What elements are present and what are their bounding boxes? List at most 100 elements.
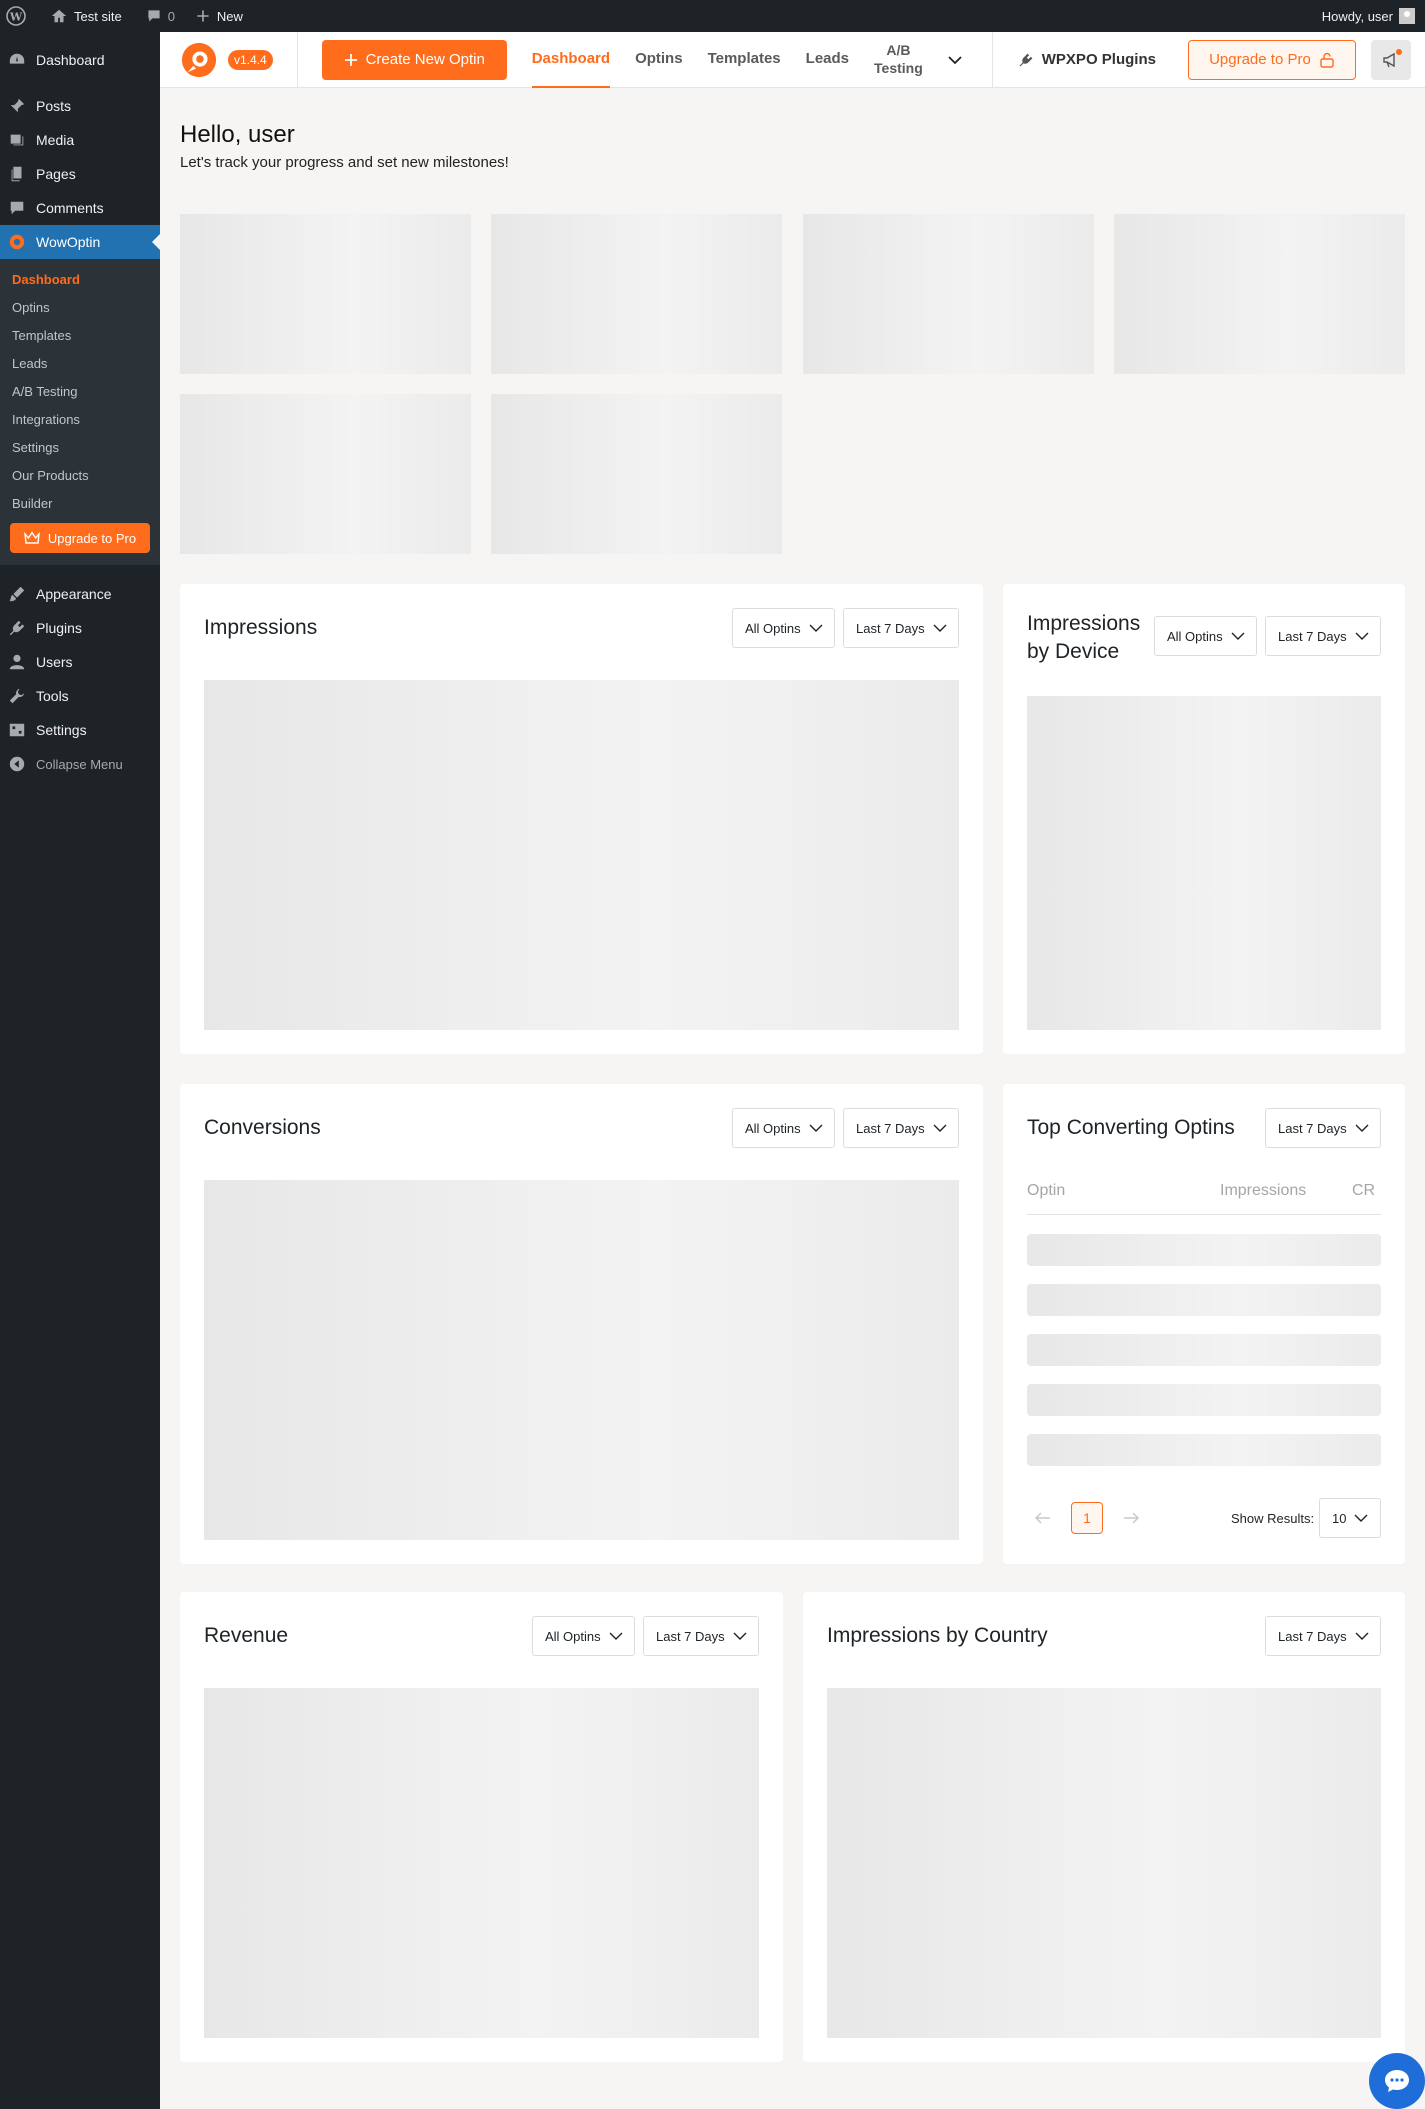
- conversions-chart-skeleton: [204, 1180, 959, 1540]
- plugin-header: v1.4.4 Create New Optin Dashboard Optins…: [160, 31, 1425, 88]
- tab-leads[interactable]: Leads: [806, 32, 849, 88]
- sidebar-item-posts[interactable]: Posts: [0, 89, 160, 123]
- stat-card-skeleton: [491, 214, 782, 374]
- table-row-skeleton: [1027, 1284, 1381, 1316]
- sidebar-item-label: Settings: [36, 722, 87, 738]
- collapse-menu-button[interactable]: Collapse Menu: [0, 747, 160, 781]
- sidebar-item-pages[interactable]: Pages: [0, 157, 160, 191]
- date-range-select[interactable]: Last 7 Days: [843, 608, 959, 648]
- date-range-value: Last 7 Days: [856, 1120, 925, 1136]
- sidebar-item-comments[interactable]: Comments: [0, 191, 160, 225]
- header-divider: [296, 31, 298, 88]
- submenu-item-ab-testing[interactable]: A/B Testing: [0, 377, 160, 405]
- date-range-select[interactable]: Last 7 Days: [1265, 1108, 1381, 1148]
- sidebar-item-wowoptin[interactable]: WowOptin: [0, 225, 160, 259]
- show-results-value: 10: [1332, 1510, 1347, 1526]
- comment-icon: [10, 201, 24, 215]
- optin-filter-select[interactable]: All Optins: [1154, 616, 1257, 656]
- notification-dot: [1395, 48, 1402, 55]
- table-row-skeleton: [1027, 1234, 1381, 1266]
- collapse-icon: [9, 756, 25, 772]
- comment-icon: [148, 10, 160, 22]
- submenu-item-templates[interactable]: Templates: [0, 321, 160, 349]
- sidebar-item-label: WowOptin: [36, 234, 101, 250]
- arrow-left-icon: [1035, 1512, 1050, 1524]
- optin-filter-select[interactable]: All Optins: [532, 1616, 635, 1656]
- sidebar-item-settings[interactable]: Settings: [0, 713, 160, 747]
- site-name-link[interactable]: Test site: [42, 0, 130, 32]
- submenu-item-integrations[interactable]: Integrations: [0, 405, 160, 433]
- optin-filter-select[interactable]: All Optins: [732, 1108, 835, 1148]
- date-range-value: Last 7 Days: [856, 620, 925, 636]
- submenu-item-leads[interactable]: Leads: [0, 349, 160, 377]
- collapse-label: Collapse Menu: [36, 756, 123, 772]
- wowoptin-logo-icon[interactable]: [180, 41, 218, 79]
- sidebar-item-appearance[interactable]: Appearance: [0, 577, 160, 611]
- sidebar-item-label: Tools: [36, 688, 69, 704]
- submenu-item-builder[interactable]: Builder: [0, 489, 160, 517]
- page-number-button[interactable]: 1: [1071, 1502, 1103, 1534]
- submenu-item-optins[interactable]: Optins: [0, 293, 160, 321]
- media-icon: [10, 134, 24, 146]
- submenu-item-dashboard[interactable]: Dashboard: [0, 265, 160, 293]
- create-new-optin-button[interactable]: Create New Optin: [321, 39, 507, 80]
- optin-filter-select[interactable]: All Optins: [732, 608, 835, 648]
- chevron-down-icon: [809, 1124, 823, 1132]
- chat-support-button[interactable]: [1369, 2053, 1425, 2109]
- revenue-card: Revenue All Optins Last 7 Days: [180, 1592, 783, 2062]
- impressions-by-country-card: Impressions by Country Last 7 Days: [803, 1592, 1405, 2062]
- date-range-select[interactable]: Last 7 Days: [1265, 1616, 1381, 1656]
- sidebar-item-users[interactable]: Users: [0, 645, 160, 679]
- comments-link[interactable]: 0: [138, 0, 183, 32]
- optin-filter-value: All Optins: [1167, 628, 1223, 644]
- account-menu[interactable]: Howdy, user: [1322, 8, 1425, 24]
- submenu-item-our-products[interactable]: Our Products: [0, 461, 160, 489]
- impressions-chart-skeleton: [204, 680, 959, 1030]
- next-page-button[interactable]: [1115, 1502, 1147, 1534]
- submenu-item-settings[interactable]: Settings: [0, 433, 160, 461]
- device-chart-skeleton: [1027, 696, 1381, 1030]
- date-range-select[interactable]: Last 7 Days: [643, 1616, 759, 1656]
- date-range-value: Last 7 Days: [1278, 1120, 1347, 1136]
- notifications-button[interactable]: [1370, 39, 1411, 80]
- new-content-link[interactable]: New: [187, 0, 251, 32]
- tab-ab-testing-line1: A/B: [886, 42, 911, 58]
- chevron-down-icon: [1231, 632, 1245, 640]
- upgrade-to-pro-button[interactable]: Upgrade to Pro: [1187, 39, 1356, 80]
- impressions-title: Impressions: [204, 616, 318, 639]
- date-range-select[interactable]: Last 7 Days: [843, 1108, 959, 1148]
- sidebar-item-label: Users: [36, 654, 73, 670]
- upgrade-to-pro-label: Upgrade to Pro: [1209, 51, 1311, 68]
- stat-card-skeleton: [180, 214, 471, 374]
- wordpress-logo[interactable]: W: [0, 0, 34, 32]
- nav-more-dropdown[interactable]: [948, 32, 962, 88]
- table-row-skeleton: [1027, 1434, 1381, 1466]
- show-results-select[interactable]: 10: [1319, 1498, 1381, 1538]
- create-new-optin-label: Create New Optin: [365, 51, 485, 68]
- chevron-down-icon: [1354, 1514, 1368, 1522]
- plus-icon: [344, 53, 357, 66]
- sidebar-item-plugins[interactable]: Plugins: [0, 611, 160, 645]
- brush-icon: [9, 586, 25, 602]
- sidebar-item-dashboard[interactable]: Dashboard: [0, 43, 160, 77]
- wpxpo-plugins-link[interactable]: WPXPO Plugins: [1018, 51, 1156, 68]
- arrow-right-icon: [1124, 1512, 1139, 1524]
- sidebar-item-tools[interactable]: Tools: [0, 679, 160, 713]
- prev-page-button[interactable]: [1027, 1502, 1059, 1534]
- page-title: Hello, user: [180, 121, 295, 148]
- chevron-down-icon: [933, 624, 947, 632]
- tab-dashboard[interactable]: Dashboard: [531, 32, 611, 88]
- tab-ab-testing[interactable]: A/B Testing: [874, 32, 923, 88]
- tab-optins[interactable]: Optins: [635, 32, 683, 88]
- pin-icon: [9, 98, 25, 114]
- column-header-cr: CR: [1352, 1182, 1376, 1199]
- lock-icon: [1320, 52, 1334, 68]
- chevron-down-icon: [1355, 1632, 1369, 1640]
- sidebar-item-media[interactable]: Media: [0, 123, 160, 157]
- tab-templates[interactable]: Templates: [708, 32, 781, 88]
- chevron-down-icon: [609, 1632, 623, 1640]
- date-range-select[interactable]: Last 7 Days: [1265, 616, 1381, 656]
- sidebar-item-label: Plugins: [36, 620, 82, 636]
- chevron-down-icon: [1355, 1124, 1369, 1132]
- submenu-upgrade-button[interactable]: Upgrade to Pro: [10, 523, 150, 553]
